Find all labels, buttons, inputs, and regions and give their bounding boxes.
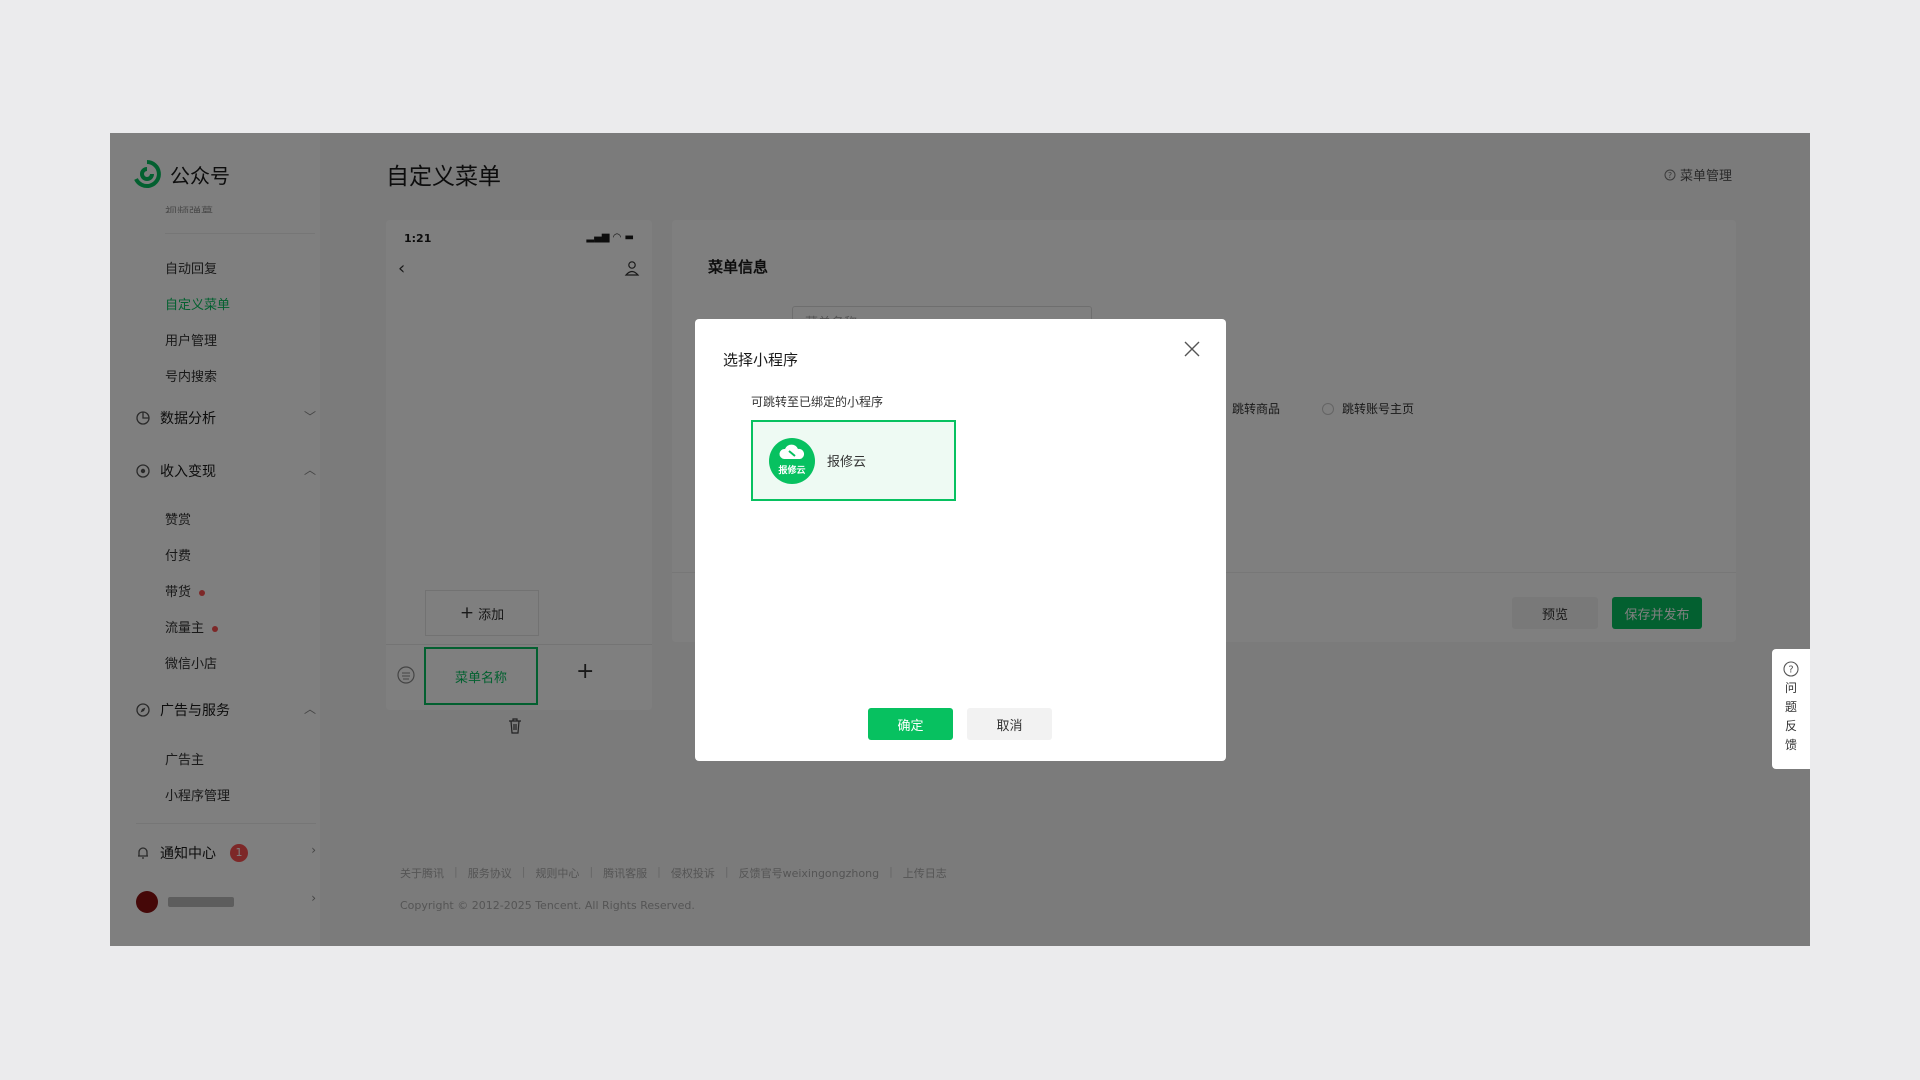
dialog-hint: 可跳转至已绑定的小程序	[751, 395, 884, 409]
cancel-button[interactable]: 取消	[967, 708, 1052, 740]
feedback-char: 题	[1784, 700, 1797, 714]
confirm-button[interactable]: 确定	[868, 708, 953, 740]
avatar-text: 报修云	[778, 465, 806, 476]
miniprogram-name: 报修云	[827, 455, 867, 470]
miniprogram-option-card[interactable]: 报修云 报修云	[751, 420, 956, 501]
close-icon[interactable]	[1184, 341, 1200, 357]
cloud-wrench-icon	[779, 444, 805, 459]
help-circle-icon: ?	[1783, 661, 1799, 677]
feedback-char: 反	[1784, 719, 1797, 733]
svg-text:?: ?	[1788, 665, 1793, 676]
feedback-tab[interactable]: ? 问 题 反 馈	[1772, 649, 1810, 769]
select-miniprogram-dialog: 选择小程序 可跳转至已绑定的小程序 报修云 报修云 确定 取消	[695, 319, 1226, 761]
feedback-char: 馈	[1784, 738, 1797, 752]
feedback-char: 问	[1784, 681, 1797, 695]
dialog-title: 选择小程序	[723, 351, 799, 369]
miniprogram-avatar: 报修云	[769, 437, 815, 484]
